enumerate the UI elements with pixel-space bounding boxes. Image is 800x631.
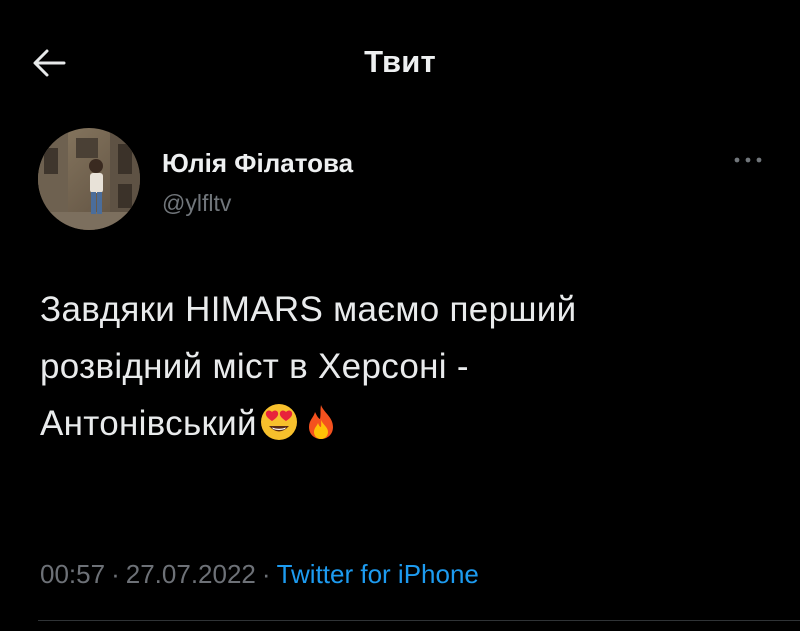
meta-separator: ·	[111, 559, 120, 589]
tweet-author: Юлія Філатова @ylfltv	[38, 124, 762, 236]
divider	[38, 620, 800, 621]
tweet-date: 27.07.2022	[125, 559, 256, 589]
tweet-text-line: Антонівський	[40, 395, 740, 452]
avatar[interactable]	[38, 128, 140, 230]
tweet-time: 00:57	[40, 559, 106, 589]
tweet-text-line: Завдяки HIMARS маємо перший	[40, 290, 577, 329]
smiling-face-with-heart-eyes-icon	[260, 404, 297, 440]
tweet-text: Завдяки HIMARS маємо перший розвідний мі…	[40, 281, 740, 452]
tweet-source-link[interactable]: Twitter for iPhone	[277, 559, 479, 589]
more-horizontal-icon	[734, 157, 762, 163]
tweet-meta: 00:57 · 27.07.2022 · Twitter for iPhone	[40, 559, 479, 590]
more-options-button[interactable]	[728, 146, 768, 174]
tweet-text-line: розвідний міст в Херсоні -	[40, 347, 469, 386]
meta-separator: ·	[261, 559, 271, 589]
top-bar: Твит	[0, 0, 800, 120]
tweet-text-line-content: Антонівський	[40, 404, 257, 443]
page-title: Твит	[364, 44, 436, 79]
fire-icon	[308, 405, 333, 439]
author-handle[interactable]: @ylfltv	[162, 190, 231, 217]
author-display-name[interactable]: Юлія Філатова	[162, 148, 353, 179]
